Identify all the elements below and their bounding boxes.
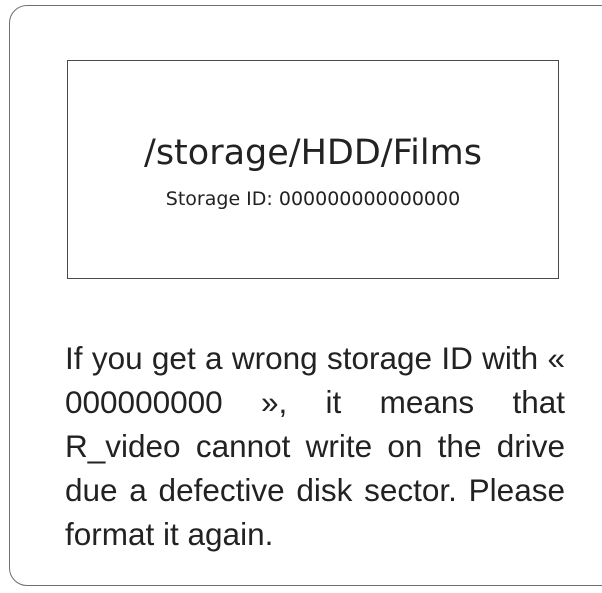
storage-info-panel: /storage/HDD/Films Storage ID: 000000000… <box>67 60 559 279</box>
storage-path: /storage/HDD/Films <box>144 133 482 173</box>
storage-id: Storage ID: 000000000000000 <box>165 188 461 210</box>
warning-note: If you get a wrong storage ID with « 000… <box>65 340 565 552</box>
